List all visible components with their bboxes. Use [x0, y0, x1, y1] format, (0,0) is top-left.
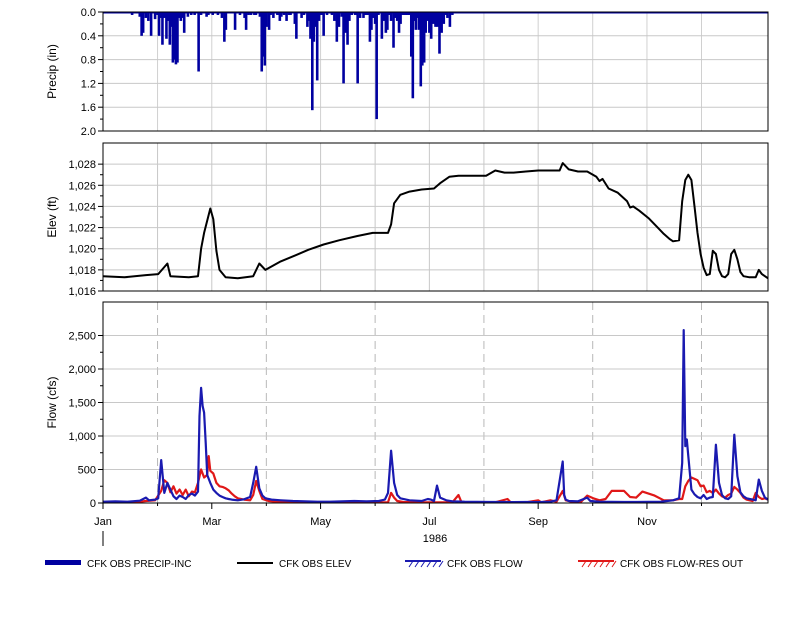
y-tick-label: 1,016	[68, 286, 96, 298]
legend-label: CFK OBS FLOW	[447, 559, 523, 570]
precip-bar	[322, 12, 325, 36]
precip-bar	[147, 12, 150, 21]
y-tick-label: 1,500	[68, 398, 96, 410]
precip-bar	[197, 12, 200, 72]
precip-bar	[224, 12, 228, 30]
time-axis: Jan Mar May Jul Sep Nov 1986	[94, 503, 702, 546]
y-axis-label: Precip (in)	[45, 44, 59, 99]
precip-bar	[446, 12, 449, 18]
precip-bar	[280, 12, 283, 17]
precip-bar	[300, 12, 303, 18]
x-tick-label: Nov	[637, 516, 657, 528]
precip-bar	[141, 12, 145, 33]
legend-label: CFK OBS ELEV	[279, 559, 352, 570]
precip-bar	[186, 12, 190, 17]
flow-panel: 0 500 1,000 1,500 2,000 2,500 Flow (cfs)	[45, 301, 769, 510]
precip-bar	[333, 12, 336, 21]
precip-bar	[356, 12, 359, 84]
y-tick-label: 1.6	[81, 102, 96, 114]
precip-bar	[389, 12, 393, 21]
precip-bar	[429, 12, 433, 39]
plot-area	[103, 143, 768, 291]
y-axis-label: Flow (cfs)	[45, 377, 59, 429]
precip-bar	[315, 12, 319, 81]
y-tick-label: 2,500	[68, 331, 96, 343]
y-tick-label: 1,020	[68, 244, 96, 256]
precip-bar	[182, 12, 186, 33]
legend-swatch	[45, 560, 81, 565]
legend-label: CFK OBS FLOW-RES OUT	[620, 559, 743, 570]
precip-bar	[358, 12, 362, 18]
legend-item: CFK OBS FLOW-RES OUT	[578, 559, 743, 570]
x-tick-label: Sep	[528, 516, 548, 528]
precip-bar	[337, 12, 341, 27]
legend-label: CFK OBS PRECIP-INC	[87, 559, 191, 570]
y-tick-label: 0.8	[81, 55, 96, 67]
x-tick-label: Mar	[202, 516, 221, 528]
y-tick-label: 1,022	[68, 223, 96, 235]
y-tick-label: 1,000	[68, 431, 96, 443]
precip-bar	[265, 12, 268, 27]
precip-bar	[448, 12, 452, 27]
chart-stage: 0.0 0.4 0.8 1.2 1.6 2.0 Precip (in) 1,016 1,018…	[0, 0, 800, 627]
precip-bar	[244, 12, 248, 30]
precip-bar	[149, 12, 153, 36]
precip-bar	[144, 12, 148, 18]
y-tick-label: 1,026	[68, 180, 96, 192]
y-tick-label: 1,028	[68, 159, 96, 171]
plot-area	[103, 12, 768, 131]
y-tick-label: 500	[78, 465, 96, 477]
y-tick-label: 1,018	[68, 265, 96, 277]
y-tick-label: 0.0	[81, 7, 96, 19]
precip-bar	[375, 12, 378, 120]
y-tick-label: 0.4	[81, 31, 96, 43]
y-axis-label: Elev (ft)	[45, 196, 59, 237]
precip-bar	[348, 12, 351, 21]
legend-item: CFK OBS FLOW	[405, 559, 523, 570]
legend-item: CFK OBS ELEV	[237, 559, 352, 570]
precip-bar	[176, 12, 179, 63]
x-tick-label: Jul	[422, 516, 436, 528]
legend-item: CFK OBS PRECIP-INC	[45, 559, 191, 570]
year-label: 1986	[423, 533, 447, 545]
precip-bar	[272, 12, 275, 18]
x-tick-label: Jan	[94, 516, 112, 528]
y-tick-label: 1,024	[68, 201, 96, 213]
x-tick-label: May	[310, 516, 331, 528]
precip-bar	[220, 12, 224, 18]
y-tick-label: 1.2	[81, 78, 96, 90]
legend: CFK OBS PRECIP-INC CFK OBS ELEV CFK OBS FL…	[45, 559, 743, 570]
hydrograph-chart: 0.0 0.4 0.8 1.2 1.6 2.0 Precip (in) 1,016 1,018…	[45, 7, 769, 570]
y-tick-label: 2,000	[68, 364, 96, 376]
precip-bar	[233, 12, 237, 30]
y-tick-label: 0	[90, 498, 96, 510]
precip-bar	[153, 12, 157, 20]
precip-bar	[285, 12, 288, 21]
precip-bar	[295, 12, 298, 39]
elev-panel: 1,016 1,018 1,020 1,022 1,024 1,026 1,028 Elev …	[45, 142, 769, 298]
y-tick-label: 2.0	[81, 126, 96, 138]
precip-bar	[411, 12, 415, 99]
precip-panel: 0.0 0.4 0.8 1.2 1.6 2.0 Precip (in)	[45, 7, 769, 138]
